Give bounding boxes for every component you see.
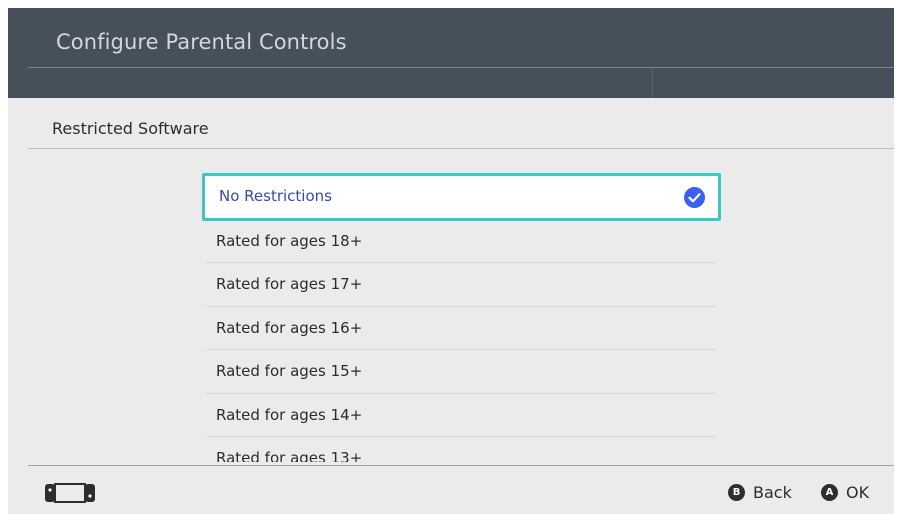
option-label: Rated for ages 15+ (216, 362, 363, 381)
back-label: Back (753, 483, 792, 502)
header-divider (28, 67, 894, 68)
option-ages-14[interactable]: Rated for ages 14+ (206, 394, 716, 437)
option-label: Rated for ages 14+ (216, 405, 363, 424)
section-divider (28, 148, 894, 149)
b-button-icon: B (728, 484, 745, 501)
option-ages-16[interactable]: Rated for ages 16+ (206, 307, 716, 350)
option-label: No Restrictions (219, 187, 332, 205)
switch-console-icon (44, 483, 96, 503)
option-ages-17[interactable]: Rated for ages 17+ (206, 263, 716, 307)
ok-hint[interactable]: A OK (821, 483, 869, 502)
top-band (0, 0, 902, 8)
option-ages-18[interactable]: Rated for ages 18+ (206, 220, 716, 263)
page-title: Configure Parental Controls (56, 30, 347, 54)
section-title: Restricted Software (52, 119, 209, 138)
option-ages-13[interactable]: Rated for ages 13+ (206, 437, 716, 462)
a-button-icon: A (821, 484, 838, 501)
selected-option-no-restrictions[interactable]: No Restrictions (202, 173, 721, 221)
option-label: Rated for ages 16+ (216, 318, 363, 337)
option-label: Rated for ages 17+ (216, 275, 363, 294)
ok-label: OK (846, 483, 870, 502)
back-hint[interactable]: B Back (728, 483, 792, 502)
header-tick-divider (652, 68, 653, 98)
option-label: Rated for ages 18+ (216, 231, 363, 250)
header-bar: Configure Parental Controls (8, 8, 894, 98)
checkmark-icon (684, 187, 705, 208)
footer-divider (28, 465, 894, 466)
option-label: Rated for ages 13+ (216, 449, 363, 462)
option-ages-15[interactable]: Rated for ages 15+ (206, 350, 716, 394)
screen: Configure Parental Controls Restricted S… (0, 0, 902, 514)
